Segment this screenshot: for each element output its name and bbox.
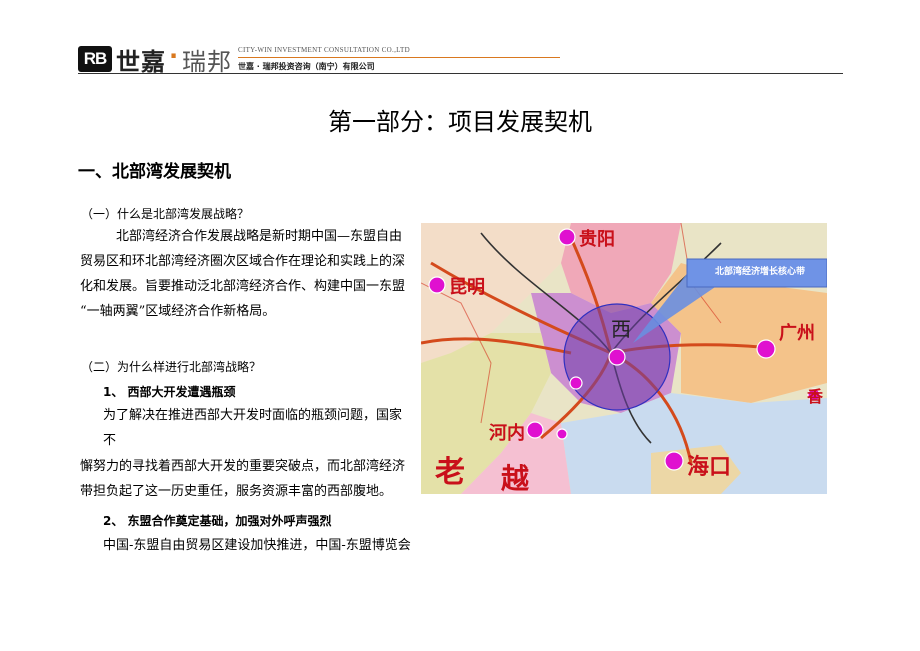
q1-line-1: 北部湾经济合作发展战略是新时期中国—东盟自由 [116,229,403,244]
map-label-xi: 西 [611,317,631,341]
logo-underline [238,57,560,58]
question-1-title: （一）什么是北部湾发展战略？ [81,207,250,221]
q1-line-2: 贸易区和环北部湾经济圈次区域合作在理论和实践上的深 [80,254,406,269]
logo-name-part1: 世嘉 [116,48,166,76]
point2-line-1: 中国-东盟自由贸易区建设加快推进，中国-东盟博览会 [103,538,411,553]
page-title: 第一部分：项目发展契机 [328,108,592,136]
map-label-guangzhou: 广州 [779,323,815,344]
beibu-gulf-map: 北部湾经济增长核心带 贵阳 昆明 广州 河内 海口 西 老 越 香 [421,223,827,495]
point1-line-2: 不 [103,433,117,448]
map-label-xiang: 香 [807,387,824,406]
logo-dot: · [169,42,179,70]
section-heading: 一、北部湾发展契机 [78,162,231,182]
map-label-yue: 越 [501,462,530,495]
point1-line-1: 为了解决在推进西部大开发时面临的瓶颈问题，国家 [103,408,403,423]
logo-english-name: CITY-WIN INVESTMENT CONSULTATION CO.,LTD [238,46,410,54]
logo-name-part2: 瑞邦 [182,48,232,76]
point-2-title: 2、 东盟合作奠定基础，加强对外呼声强烈 [103,514,332,528]
map-label-lao: 老 [435,455,465,490]
q1-line-3: 化和发展。旨要推动泛北部湾经济合作、构建中国一东盟 [80,279,406,294]
point1-line-3: 懈努力的寻找着西部大开发的重要突破点，而北部湾经济 [80,459,406,474]
map-label-hanoi: 河内 [489,423,525,444]
map-label-guiyang: 贵阳 [579,229,615,250]
map-callout-label: 北部湾经济增长核心带 [715,267,806,277]
header-divider [78,73,843,74]
q1-line-4: “一轴两翼”区域经济合作新格局。 [80,304,276,319]
map-label-kunming: 昆明 [449,277,485,298]
point-1-title: 1、 西部大开发遭遇瓶颈 [103,385,236,399]
logo-badge: RB [78,46,112,72]
logo-company-name: 世嘉 · 瑞邦投资咨询（南宁）有限公司 [238,62,375,71]
question-2-title: （二）为什么样进行北部湾战略？ [81,360,262,374]
point1-line-4: 带担负起了这一历史重任，服务资源丰富的西部腹地。 [80,484,393,499]
map-label-haikou: 海口 [687,455,732,480]
